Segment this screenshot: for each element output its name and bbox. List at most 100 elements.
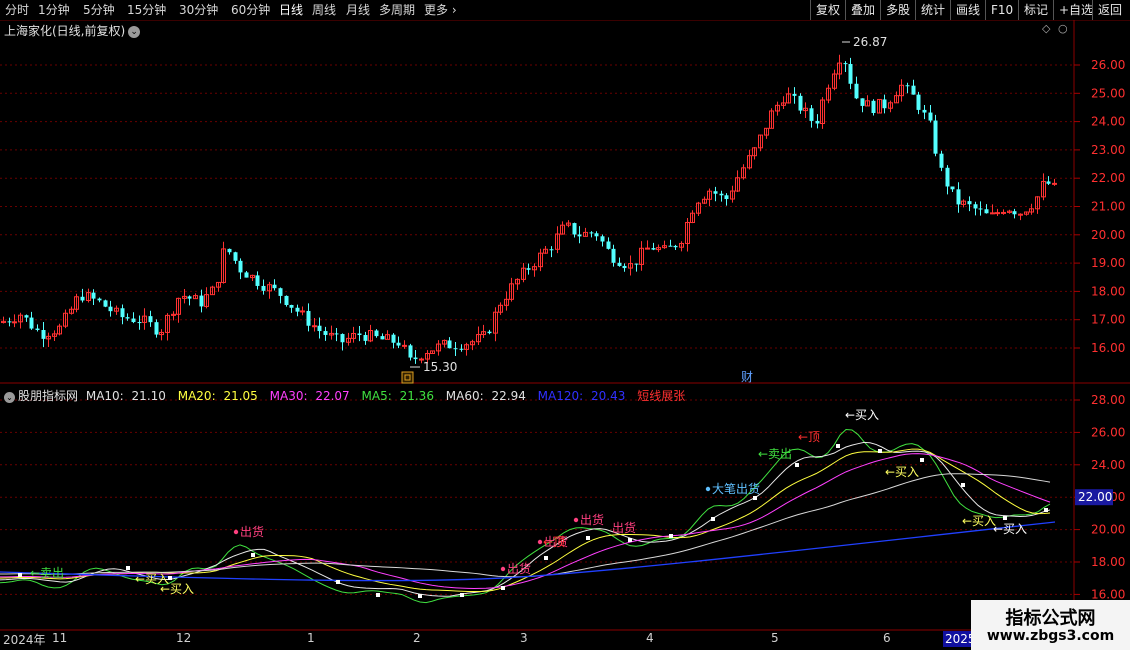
candle-body <box>651 248 656 250</box>
candle-body <box>995 212 1000 215</box>
candle-body <box>374 330 379 337</box>
signal-annotation: 出货 <box>580 512 604 527</box>
indicator-tick-label: 18.00 <box>1091 555 1125 569</box>
candle-body <box>363 335 368 341</box>
price-tick-label: 24.00 <box>1091 115 1125 129</box>
candle-body <box>719 193 724 196</box>
legend-ma60: MA60: 22.94 <box>445 389 526 403</box>
price-tick-label: 23.00 <box>1091 143 1125 157</box>
indicator-tick-label: 26.00 <box>1091 425 1125 439</box>
ma-marker <box>501 586 505 590</box>
candle-body <box>391 334 396 343</box>
candle-body <box>238 260 243 273</box>
candle-body <box>131 318 136 323</box>
candle-body <box>125 317 130 319</box>
signal-annotation: 出货 <box>612 520 636 535</box>
ma-marker <box>878 449 882 453</box>
signal-annotation: ←买入 <box>993 522 1027 536</box>
candle-body <box>323 331 328 335</box>
legend-ma30: MA30: 22.07 <box>269 389 350 403</box>
candle-body <box>233 252 238 261</box>
candle-body <box>843 63 848 65</box>
candle-body <box>289 304 294 308</box>
candle-body <box>939 153 944 168</box>
price-panel-title[interactable]: 上海家化(日线,前复权) ⌄ <box>4 22 141 39</box>
candle-body <box>278 288 283 296</box>
candle-body <box>526 268 531 270</box>
candle-body <box>137 322 142 324</box>
date-label: 3 <box>520 631 528 645</box>
candle-body <box>933 120 938 154</box>
candle-body <box>413 357 418 360</box>
candle-body <box>916 94 921 110</box>
ma-marker <box>961 483 965 487</box>
calendar-badge-icon <box>401 371 414 384</box>
candle-body <box>809 108 814 121</box>
candle-body <box>589 232 594 234</box>
date-label: 11 <box>52 631 68 645</box>
signal-annotation: 出货 <box>507 561 531 576</box>
candle-body <box>792 93 797 96</box>
candle-body <box>255 275 260 286</box>
signal-text: 短线展张 <box>637 389 686 403</box>
price-tick-label: 19.00 <box>1091 256 1125 270</box>
candle-body <box>453 348 458 350</box>
watermark-title: 指标公式网 <box>1005 608 1096 629</box>
price-tick-label: 25.00 <box>1091 86 1125 100</box>
candle-body <box>956 189 961 205</box>
candle-body <box>396 342 401 346</box>
chevron-down-icon[interactable]: ⌄ <box>4 392 15 403</box>
signal-annotation: 出货 <box>240 524 264 539</box>
candle-body <box>984 209 989 214</box>
signal-annotation: ←买入 <box>962 514 996 528</box>
candle-body <box>967 201 972 205</box>
candle-body <box>12 321 17 324</box>
ma-marker <box>376 593 380 597</box>
candle-body <box>244 272 249 278</box>
signal-dot <box>537 539 543 545</box>
candle-body <box>80 296 85 301</box>
candle-body <box>848 63 853 84</box>
signal-dot <box>573 517 579 523</box>
diamond-icon[interactable]: ◇ <box>1042 22 1050 35</box>
low-label: 15.30 <box>423 360 457 374</box>
chevron-down-icon[interactable]: ⌄ <box>128 26 141 38</box>
candle-body <box>1001 211 1006 214</box>
signal-annotation: ←卖出 <box>30 566 64 580</box>
candle-body <box>1046 181 1051 184</box>
candle-body <box>29 317 34 329</box>
chart-canvas[interactable]: 26.00 25.00 24.00 23.00 22.00 21.00 20.00 19.00… <box>0 0 1130 650</box>
signal-annotation: ←买入 <box>845 408 879 422</box>
price-tick-label: 16.00 <box>1091 341 1125 355</box>
candle-body <box>487 331 492 334</box>
price-tick-label: 17.00 <box>1091 313 1125 327</box>
price-tick-label: 20.00 <box>1091 228 1125 242</box>
signal-dot <box>233 529 239 535</box>
signal-annotation: 大笔出货 <box>712 481 760 496</box>
candle-body <box>973 204 978 209</box>
signal-annotation: ←买入 <box>160 582 194 596</box>
candle-body <box>148 316 153 323</box>
candle-body <box>945 167 950 187</box>
current-value-label: 22.00 <box>1078 490 1112 504</box>
candle-body <box>798 95 803 111</box>
candle-body <box>860 98 865 106</box>
candle-body <box>724 195 729 200</box>
date-label: 4 <box>646 631 654 645</box>
ma-marker <box>126 566 130 570</box>
candle-body <box>928 112 933 121</box>
indicator-tick-label: 24.00 <box>1091 458 1125 472</box>
date-label: 12 <box>176 631 192 645</box>
indicator-name[interactable]: 股朋指标网 <box>18 389 78 403</box>
candle-body <box>357 333 362 336</box>
settings-circle-icon[interactable]: ○ <box>1058 22 1068 35</box>
candle-body <box>199 295 204 307</box>
candle-body <box>97 298 102 301</box>
candle-body <box>577 234 582 237</box>
candle-body <box>572 223 577 235</box>
price-tick-label: 26.00 <box>1091 58 1125 72</box>
candle-body <box>120 308 125 318</box>
candle-body <box>459 348 464 350</box>
candle-body <box>306 310 311 326</box>
date-label: 5 <box>771 631 779 645</box>
